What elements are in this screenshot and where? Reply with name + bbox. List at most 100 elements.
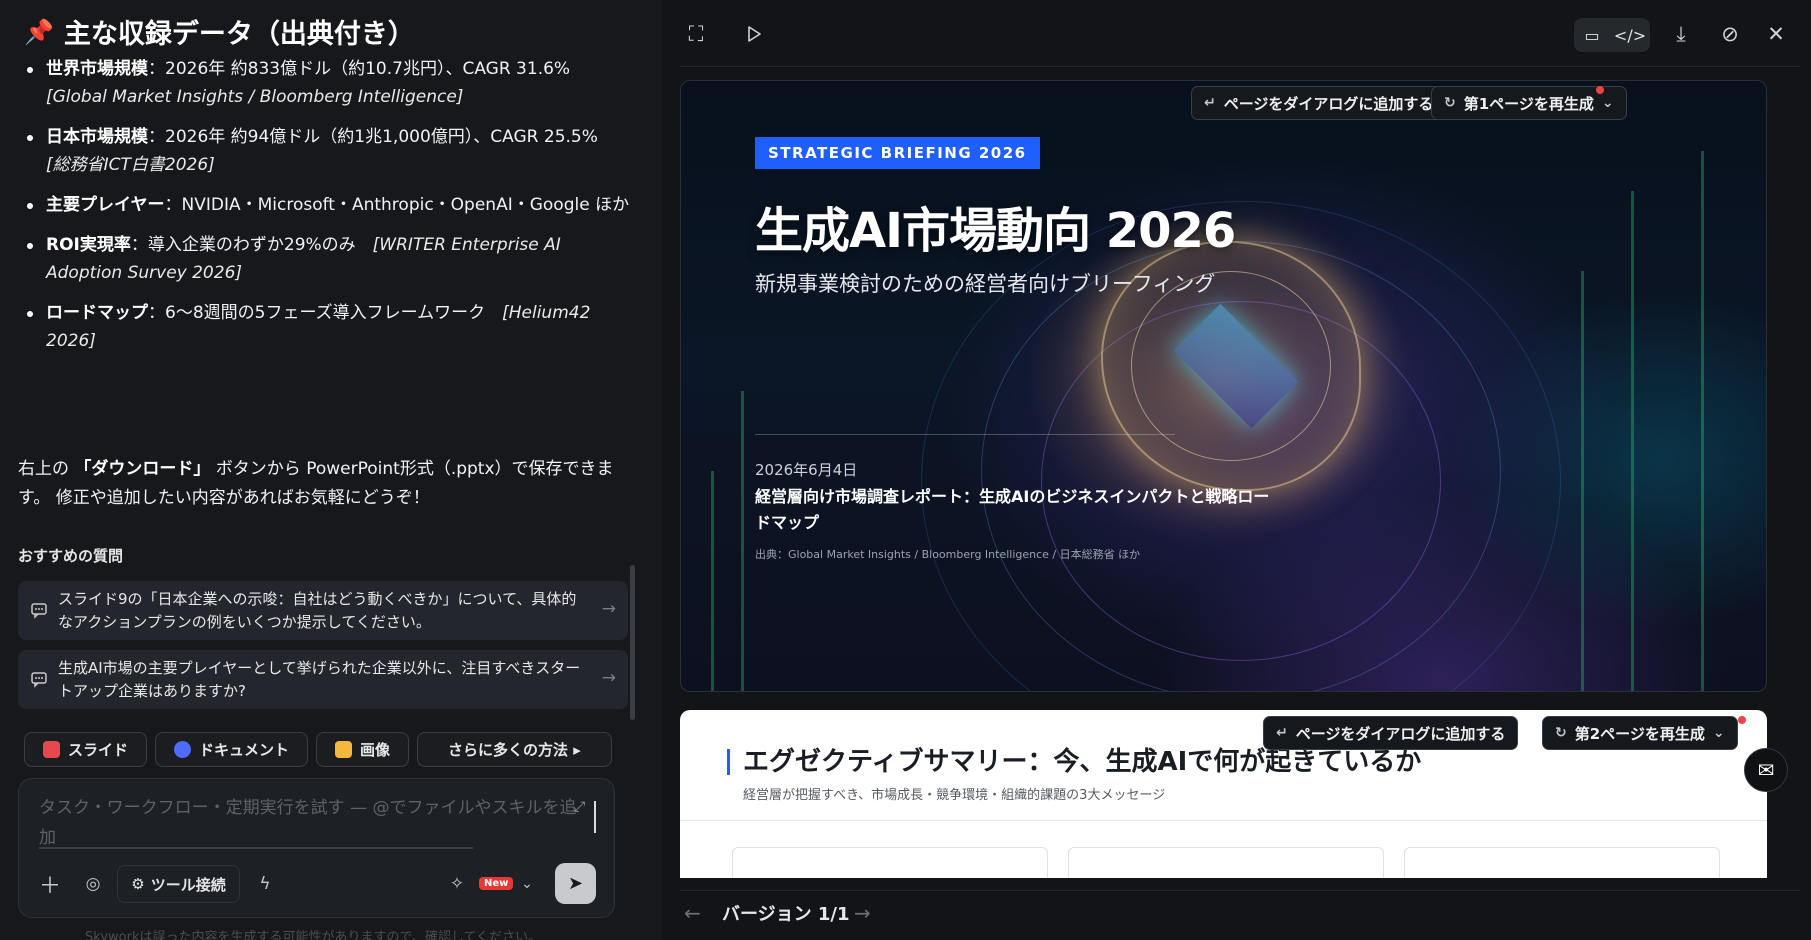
chat-pane: 📌 主な収録データ（出典付き） 世界市場規模：2026年 約833億ドル（約10… xyxy=(0,0,662,940)
bullet-separator: ： xyxy=(148,303,165,323)
download-icon[interactable]: ⤓ xyxy=(1667,20,1695,48)
chat-bubble-icon xyxy=(30,670,48,688)
chip-label: ドキュメント xyxy=(199,741,290,759)
arrow-right-icon: → xyxy=(601,599,616,619)
slide-divider xyxy=(680,820,1767,821)
disclaimer-text: Skyworkは誤った内容を生成する可能性がありますので、確認してください。 xyxy=(85,930,542,940)
chevron-down-icon[interactable]: ⌄ xyxy=(513,865,541,903)
add-page-to-dialog-button[interactable]: ↵ ページをダイアログに追加する xyxy=(1191,86,1447,120)
summary-card xyxy=(1068,847,1384,878)
composer-scrollbar xyxy=(594,801,596,833)
chevron-down-icon: ⌄ xyxy=(1712,725,1725,741)
chat-scrollbar[interactable] xyxy=(630,565,635,720)
closing-bold: 「ダウンロード」 xyxy=(74,459,211,479)
compass-icon[interactable]: ⊘ xyxy=(1716,20,1744,48)
new-badge: New xyxy=(479,877,514,890)
message-composer[interactable]: タスク・ワークフロー・定期実行を試す — @でファイルやスキルを追加 ⤢ ＋ ◎… xyxy=(18,778,615,918)
bullet-text: NVIDIA・Microsoft・Anthropic・OpenAI・Google… xyxy=(181,195,630,215)
next-version-icon[interactable]: → xyxy=(854,901,871,925)
chip-label: スライド xyxy=(68,741,129,759)
arrow-right-icon: → xyxy=(601,668,616,688)
bg-stock-bar xyxy=(1701,151,1704,691)
chip-more-options[interactable]: さらに多くの方法 ▸ xyxy=(417,732,612,767)
chevron-down-icon: ⌄ xyxy=(1601,95,1614,111)
section-heading-text: 主な収録データ（出典付き） xyxy=(63,19,415,50)
closing-message: 右上の 「ダウンロード」 ボタンから PowerPoint形式（.pptx）で保… xyxy=(18,455,638,513)
slide-1[interactable]: STRATEGIC BRIEFING 2026 生成AI市場動向 2026 新規… xyxy=(680,80,1767,692)
notification-dot xyxy=(1738,716,1746,724)
button-label: 第2ページを再生成 xyxy=(1574,724,1705,743)
chip-document[interactable]: ドキュメント xyxy=(155,732,309,767)
return-arrow-icon: ↵ xyxy=(1204,95,1216,111)
add-page-to-dialog-button[interactable]: ↵ ページをダイアログに追加する xyxy=(1263,716,1519,750)
bullet-label: 世界市場規模 xyxy=(46,59,148,79)
tool-connect-label: ツール接続 xyxy=(150,875,226,894)
bg-stock-bar xyxy=(711,471,714,691)
bullet-source: [Global Market Insights / Bloomberg Inte… xyxy=(46,87,464,107)
bg-stock-bar xyxy=(1581,271,1584,691)
sparkle-pen-icon[interactable]: ✧ xyxy=(442,865,472,903)
version-label: バージョン 1/1 xyxy=(722,904,850,925)
feedback-icon[interactable]: ✉ xyxy=(1744,748,1788,792)
add-icon[interactable]: ＋ xyxy=(35,865,65,903)
fullscreen-icon[interactable]: ⛶ xyxy=(682,20,710,48)
previous-version-icon[interactable]: ← xyxy=(684,901,701,925)
slide-subtitle: 新規事業検討のための経営者向けブリーフィング xyxy=(755,272,1216,296)
suggested-question-text: 生成AI市場の主要プレイヤーとして挙げられた企業以外に、注目すべきスタートアップ… xyxy=(58,658,581,700)
close-icon[interactable]: ✕ xyxy=(1762,20,1790,48)
preview-view-icon[interactable]: ▭ xyxy=(1580,23,1604,47)
view-toggle: ▭ </> xyxy=(1574,18,1650,52)
chip-image[interactable]: 画像 xyxy=(316,732,410,767)
suggested-question-2[interactable]: 生成AI市場の主要プレイヤーとして挙げられた企業以外に、注目すべきスタートアップ… xyxy=(18,650,628,709)
app-window: 📌 主な収録データ（出典付き） 世界市場規模：2026年 約833億ドル（約10… xyxy=(0,0,1811,940)
send-button[interactable]: ➤ xyxy=(555,863,596,904)
data-bullet-list: 世界市場規模：2026年 約833億ドル（約10.7兆円）、CAGR 31.6%… xyxy=(24,55,634,367)
footer-divider xyxy=(680,890,1800,891)
chip-label: 画像 xyxy=(360,741,391,759)
button-label: ページをダイアログに追加する xyxy=(1223,94,1434,113)
tool-connect-button[interactable]: ⚙ ツール接続 xyxy=(117,865,240,903)
sliders-icon: ⚙ xyxy=(131,875,145,893)
bullet-separator: ： xyxy=(148,59,165,79)
slide-divider xyxy=(755,434,1175,435)
chat-bubble-icon xyxy=(30,601,48,619)
chip-label: さらに多くの方法 ▸ xyxy=(448,741,581,759)
image-icon xyxy=(335,741,353,758)
expand-icon[interactable]: ⤢ xyxy=(574,799,585,815)
refresh-icon: ↻ xyxy=(1444,95,1456,111)
slide-source: 出典：Global Market Insights / Bloomberg In… xyxy=(755,548,1141,561)
slides-icon xyxy=(43,741,60,758)
return-arrow-icon: ↵ xyxy=(1276,725,1288,741)
slide-subtitle: 経営層が把握すべき、市場成長・競争環境・組織的課題の3大メッセージ xyxy=(743,788,1166,803)
code-view-icon[interactable]: </> xyxy=(1614,23,1646,47)
bullet-separator: ： xyxy=(148,127,165,147)
slide-report-title: 経営層向け市場調査レポート：生成AIのビジネスインパクトと戦略ロードマップ xyxy=(755,487,1270,532)
summary-card xyxy=(1404,847,1720,878)
bullet-label: 日本市場規模 xyxy=(46,127,148,147)
composer-placeholder[interactable]: タスク・ワークフロー・定期実行を試す — @でファイルやスキルを追加 xyxy=(39,793,584,853)
suggested-question-1[interactable]: スライド9の「日本企業への示唆：自社はどう動くべきか」について、具体的なアクショ… xyxy=(18,581,628,640)
bullet-separator: ： xyxy=(130,235,148,255)
bullet-label: ROI実現率 xyxy=(46,235,131,255)
bg-stock-bar xyxy=(1631,191,1634,691)
bullet-label: ロードマップ xyxy=(46,303,148,323)
composer-divider xyxy=(39,847,473,849)
bullet-source: [総務省ICT白書2026] xyxy=(46,155,215,175)
section-heading: 📌 主な収録データ（出典付き） xyxy=(24,12,415,51)
chip-slides[interactable]: スライド xyxy=(24,732,148,767)
lightning-icon[interactable]: ϟ xyxy=(250,865,280,903)
regenerate-page-2-button[interactable]: ↻ 第2ページを再生成 ⌄ xyxy=(1542,716,1738,750)
bullet-label: 主要プレイヤー xyxy=(46,195,165,215)
data-bullet-item: 主要プレイヤー：NVIDIA・Microsoft・Anthropic・OpenA… xyxy=(24,191,634,219)
target-icon[interactable]: ◎ xyxy=(75,865,111,903)
bullet-text: 6〜8週間の5フェーズ導入フレームワーク xyxy=(165,303,503,323)
bullet-text: 導入企業のわずか29%のみ xyxy=(147,235,373,255)
slide-badge: STRATEGIC BRIEFING 2026 xyxy=(755,137,1040,169)
button-label: ページをダイアログに追加する xyxy=(1295,724,1506,743)
summary-card xyxy=(732,847,1048,878)
play-icon[interactable] xyxy=(740,20,768,48)
bullet-separator: ： xyxy=(164,195,182,215)
bg-stock-bar xyxy=(741,391,744,691)
slide-title: 生成AI市場動向 2026 xyxy=(755,203,1236,259)
suggestions-title: おすすめの質問 xyxy=(18,547,124,565)
